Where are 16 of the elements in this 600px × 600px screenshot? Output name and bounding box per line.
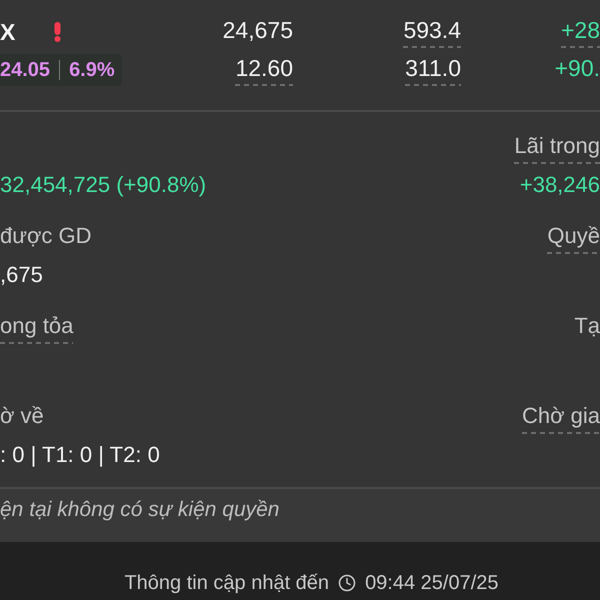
value-text: 24,675: [222, 16, 293, 45]
price-text: 24.05: [0, 58, 50, 83]
timestamp-text: 09:44 25/07/25: [365, 571, 499, 596]
field-label: Tạ: [574, 312, 600, 340]
field-label: ờ về: [0, 402, 44, 430]
field-value: : 0 | T1: 0 | T2: 0: [0, 441, 160, 469]
field-label: được GD: [0, 222, 92, 250]
update-label: Thông tin cập nhật đến: [124, 571, 330, 596]
value-text: +90.: [554, 54, 600, 83]
field-value: 32,454,725 (+90.8%): [0, 171, 206, 199]
notice-text: ện tại không có sự kiện quyền: [0, 497, 280, 523]
field-value: +38,246: [520, 171, 600, 199]
field-value: ,675: [0, 261, 43, 289]
change-percent-text: 6.9%: [69, 58, 115, 83]
clock-icon: [338, 574, 356, 592]
symbol-text: X: [0, 18, 16, 46]
